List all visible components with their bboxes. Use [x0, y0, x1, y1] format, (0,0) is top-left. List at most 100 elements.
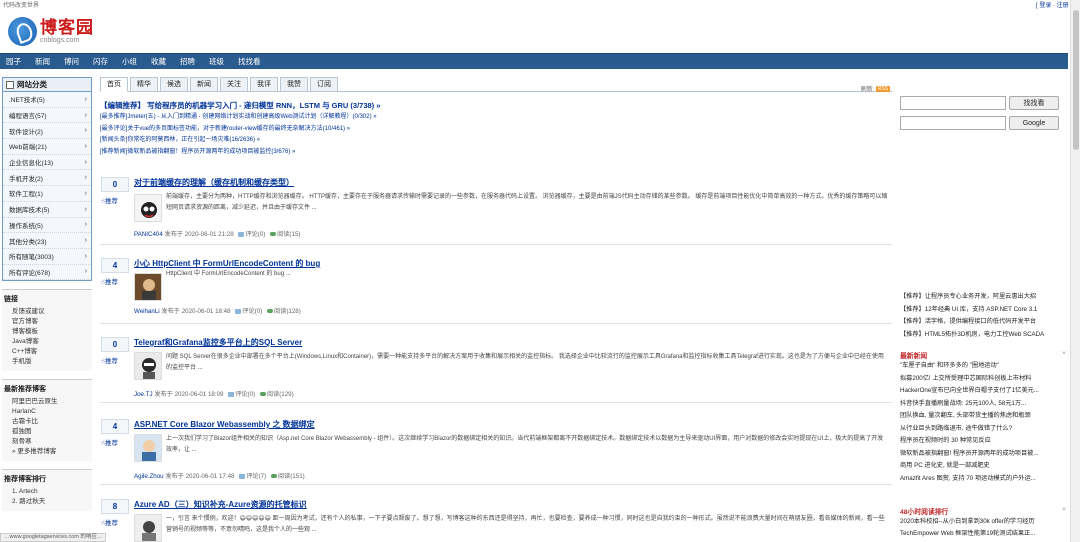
news-link[interactable]: 商用 PC 进化史, 就是一部减肥史: [900, 460, 1066, 473]
tab-my-comments[interactable]: 我评: [250, 77, 278, 92]
tab-featured[interactable]: 精华: [130, 77, 158, 92]
google-search-button[interactable]: Google: [1009, 116, 1059, 130]
pick-link[interactable]: [最多评论]关于vue的多页面标签功能，对于新建router-view缓存的最终…: [100, 124, 892, 136]
news-link[interactable]: 拟募200亿! 上交所受理中芯国际科创板上市材料: [900, 373, 1066, 386]
recommend-button[interactable]: ☝推荐: [101, 355, 118, 365]
link-item[interactable]: 手机版: [4, 357, 92, 367]
blogger-link[interactable]: 刻骨寒: [4, 437, 92, 447]
blogger-link[interactable]: HarlanC: [4, 407, 92, 417]
search-input[interactable]: [900, 96, 1006, 110]
blogger-link[interactable]: 孤独图: [4, 427, 92, 437]
more-bloggers-link[interactable]: » 更多推荐博客: [4, 447, 92, 457]
post-comments[interactable]: 评论(0): [245, 231, 265, 238]
nav-item-garden[interactable]: 园子: [6, 56, 21, 67]
avatar[interactable]: [134, 514, 162, 542]
tab-candidates[interactable]: 候选: [160, 77, 188, 92]
post-title[interactable]: ASP.NET Core Blazor Webassembly 之 数据绑定: [134, 419, 315, 430]
close-icon[interactable]: ×: [1062, 506, 1066, 516]
recommend-button[interactable]: ☝推荐: [101, 437, 118, 447]
category-item[interactable]: 手机开发(2) ›: [3, 170, 91, 187]
news-link[interactable]: Amazfit Ares 图赏, 支持 70 项运动模式的户外运...: [900, 473, 1066, 486]
post-comments[interactable]: 评论(0): [235, 391, 255, 398]
category-item[interactable]: 软件工程(1) ›: [3, 186, 91, 202]
avatar[interactable]: [134, 352, 162, 380]
site-logo[interactable]: 博客园 cnblogs.com: [8, 17, 94, 46]
tab-my-likes[interactable]: 我赞: [280, 77, 308, 92]
ad-link[interactable]: 【推荐】活字格，提供编程接口的低代码开发平台: [900, 316, 1066, 329]
editor-pick-link[interactable]: 【编辑推荐】 写给程序员的机器学习入门 - 递归模型 RNN，LSTM 与 GR…: [100, 100, 892, 112]
post-comments[interactable]: 评论(0): [242, 308, 262, 315]
category-item[interactable]: .NET技术(5) ›: [3, 92, 91, 108]
post-comments[interactable]: 评论(7): [246, 473, 266, 480]
recommend-button[interactable]: ☝推荐: [101, 517, 118, 527]
news-link[interactable]: 从行业巨头到路临退市, 途牛做错了什么?: [900, 423, 1066, 436]
ranking-item[interactable]: 1. Artech: [4, 487, 92, 497]
category-item[interactable]: 操作系统(5) ›: [3, 218, 91, 234]
post-author[interactable]: Joe.TJ: [134, 391, 153, 398]
post-author[interactable]: WeihanLi: [134, 308, 160, 315]
news-link[interactable]: "车厘子自由" 和环多多的 "圈地运动": [900, 360, 1066, 373]
post-reads[interactable]: 阅读(129): [267, 391, 294, 398]
pick-link[interactable]: [最多推荐]Jmeter(五) - 从入门到精通 - 创建网络计划实战和创建高级…: [100, 112, 892, 124]
post-reads[interactable]: 阅读(151): [278, 473, 305, 480]
post-title[interactable]: Telegraf和Grafana监控多平台上的SQL Server: [134, 337, 302, 348]
category-item[interactable]: 所有评论(678) ›: [3, 265, 91, 281]
ad-link[interactable]: 【推荐】12年经典 UI 库，支持 ASP.NET Core 3.1: [900, 304, 1066, 317]
news-link[interactable]: 程序员在视频时的 30 种常见反应: [900, 435, 1066, 448]
nav-item-jobs[interactable]: 招聘: [180, 56, 195, 67]
pick-link[interactable]: [新闻头条]你常吃的阿莫西林，正在引起一场灾难(16/2636) »: [100, 135, 892, 147]
link-item[interactable]: 反馈或建议: [4, 307, 92, 317]
news-link[interactable]: HackerOne宣布已向全世界白帽子支付了1亿美元...: [900, 385, 1066, 398]
category-item[interactable]: 所有随笔(3003) ›: [3, 249, 91, 265]
nav-item-flash[interactable]: 闪存: [93, 56, 108, 67]
rss-icon[interactable]: RSS: [875, 85, 890, 92]
search-button[interactable]: 找找看: [1009, 96, 1059, 110]
post-title[interactable]: 小心 HttpClient 中 FormUrlEncodeContent 的 b…: [134, 258, 320, 269]
post-reads[interactable]: 阅读(128): [274, 308, 301, 315]
tab-subscriptions[interactable]: 订阅: [310, 77, 338, 92]
category-item[interactable]: 编程语言(57) ›: [3, 108, 91, 124]
post-reads[interactable]: 阅读(15): [277, 231, 300, 238]
google-search-input[interactable]: [900, 116, 1006, 130]
category-item[interactable]: 企业信息化(13) ›: [3, 155, 91, 171]
close-icon[interactable]: ×: [1062, 350, 1066, 360]
tab-news[interactable]: 新闻: [190, 77, 218, 92]
post-title[interactable]: Azure AD（三）知识补充-Azure资源的托管标识: [134, 499, 307, 510]
tab-home[interactable]: 首页: [100, 77, 128, 92]
nav-item-search[interactable]: 找找看: [238, 56, 261, 67]
pick-link[interactable]: [推荐新闻]微软新品被指翻窗！程序员开源两年的成功项目被监控(3/676) »: [100, 147, 892, 159]
post-author[interactable]: Agile.Zhou: [134, 473, 164, 480]
link-item[interactable]: Java博客: [4, 337, 92, 347]
scrollbar-thumb[interactable]: [1073, 10, 1079, 150]
blogger-link[interactable]: 阿里巴巴云原生: [4, 397, 92, 407]
link-item[interactable]: 博客模板: [4, 327, 92, 337]
recommend-button[interactable]: ☝推荐: [101, 195, 118, 205]
category-item[interactable]: 其他分类(23) ›: [3, 233, 91, 249]
category-item[interactable]: 软件设计(2) ›: [3, 123, 91, 140]
avatar[interactable]: [134, 434, 162, 462]
ranking-item[interactable]: 2. 路过秋天: [4, 497, 92, 507]
nav-item-groups[interactable]: 小组: [122, 56, 137, 67]
blogger-link[interactable]: 古霜卡比: [4, 417, 92, 427]
nav-item-classes[interactable]: 班级: [209, 56, 224, 67]
post-title[interactable]: 对于前端缓存的理解（缓存机制和缓存类型）: [134, 177, 294, 188]
news-link[interactable]: 抖音快手直播刷量战场: 25元100人, 58元1万...: [900, 398, 1066, 411]
avatar[interactable]: [134, 273, 162, 301]
link-item[interactable]: 官方博客: [4, 317, 92, 327]
refresh-link[interactable]: 刷新: [861, 84, 873, 93]
news-link[interactable]: 微软新品被指翻窗! 程序员开源两年的成功项目被...: [900, 448, 1066, 461]
category-item[interactable]: 数据库技术(5) ›: [3, 202, 91, 218]
hot-link[interactable]: TechEmpower Web 框架性能第19轮测试结果正...: [900, 528, 1066, 540]
category-item[interactable]: Web前端(21) ›: [3, 139, 91, 155]
news-link[interactable]: 团队换血, 量次翻车, 头部带货主播的焦虑和瓶颈: [900, 410, 1066, 423]
ad-link[interactable]: 【推荐】让程序员专心业务开发，阿里云惠出大招: [900, 291, 1066, 304]
post-author[interactable]: PANIC404: [134, 231, 163, 238]
ad-link[interactable]: 【推荐】HTML5拓扑3D机房，电力工控Web SCADA: [900, 329, 1066, 342]
tab-following[interactable]: 关注: [220, 77, 248, 92]
nav-item-news[interactable]: 新闻: [35, 56, 50, 67]
nav-item-questions[interactable]: 博问: [64, 56, 79, 67]
recommend-button[interactable]: ☝推荐: [101, 276, 118, 286]
hot-link[interactable]: 2020本科校招--从小白到拿到30k offer的学习经历: [900, 516, 1066, 528]
nav-item-favorites[interactable]: 收藏: [151, 56, 166, 67]
page-scrollbar[interactable]: [1070, 0, 1080, 542]
